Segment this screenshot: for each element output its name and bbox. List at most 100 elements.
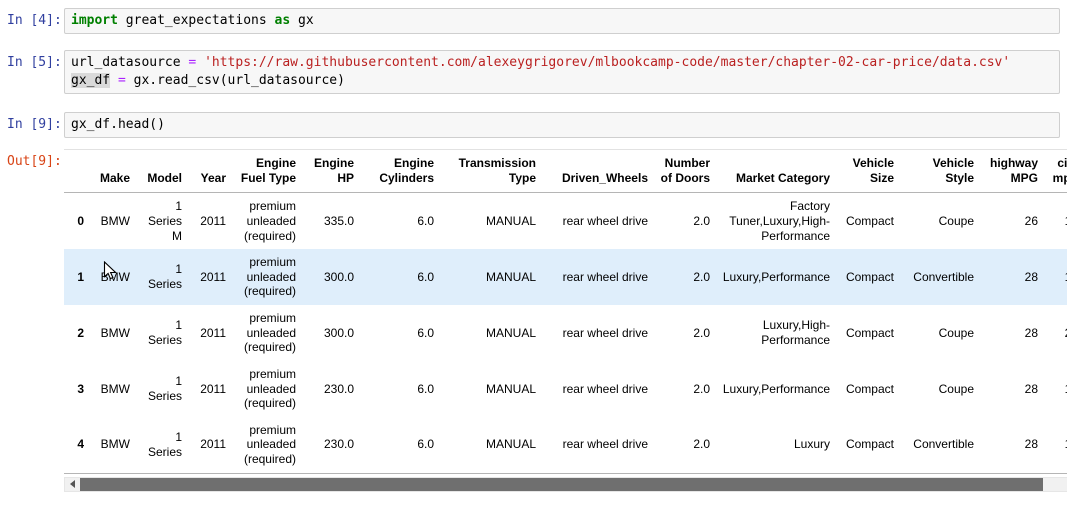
code-token-string: 'https://raw.githubusercontent.com/alexe… bbox=[204, 55, 1010, 70]
table-cell: 2.0 bbox=[654, 417, 716, 473]
table-cell: Coupe bbox=[900, 361, 980, 417]
table-cell: premium unleaded (required) bbox=[232, 305, 302, 361]
table-cell: 6.0 bbox=[360, 249, 440, 305]
scroll-left-arrow-icon[interactable] bbox=[65, 478, 80, 491]
code-line: url_datasource = 'https://raw.githubuser… bbox=[71, 54, 1053, 72]
table-cell: 1 Series bbox=[136, 249, 188, 305]
table-cell: 6.0 bbox=[360, 417, 440, 473]
row-index: 2 bbox=[64, 305, 90, 361]
table-cell: 2011 bbox=[188, 417, 232, 473]
table-cell: rear wheel drive bbox=[542, 361, 654, 417]
table-cell: 1 Series bbox=[136, 361, 188, 417]
code-line: import great_expectations as gx bbox=[71, 12, 1053, 30]
input-prompt: In [9]: bbox=[0, 112, 64, 133]
column-header: city mpg bbox=[1044, 150, 1067, 193]
column-header: Market Category bbox=[716, 150, 836, 193]
dataframe-body: 0BMW1 Series M2011premium unleaded (requ… bbox=[64, 193, 1067, 473]
table-cell: BMW bbox=[90, 305, 136, 361]
table-cell: 2.0 bbox=[654, 305, 716, 361]
column-header: Vehicle Style bbox=[900, 150, 980, 193]
code-token-operator: = bbox=[118, 73, 126, 88]
table-cell: Compact bbox=[836, 361, 900, 417]
table-cell: BMW bbox=[90, 417, 136, 473]
code-token-keyword: import bbox=[71, 13, 118, 28]
code-token bbox=[196, 55, 204, 70]
table-cell: 2011 bbox=[188, 305, 232, 361]
table-row[interactable]: 4BMW1 Series2011premium unleaded (requir… bbox=[64, 417, 1067, 473]
mouse-cursor bbox=[103, 261, 118, 282]
table-cell: 28 bbox=[980, 305, 1044, 361]
table-cell: 18 bbox=[1044, 417, 1067, 473]
table-cell: 6.0 bbox=[360, 305, 440, 361]
dataframe-scroll-container[interactable]: MakeModelYearEngine Fuel TypeEngine HPEn… bbox=[64, 149, 1067, 474]
row-index: 4 bbox=[64, 417, 90, 473]
table-cell: 20 bbox=[1044, 305, 1067, 361]
table-cell: 2011 bbox=[188, 193, 232, 249]
column-header: Engine Cylinders bbox=[360, 150, 440, 193]
column-header: highway MPG bbox=[980, 150, 1044, 193]
table-cell: Factory Tuner,Luxury,High-Performance bbox=[716, 193, 836, 249]
table-cell: 19 bbox=[1044, 249, 1067, 305]
code-editor[interactable]: url_datasource = 'https://raw.githubuser… bbox=[64, 50, 1060, 94]
input-prompt: In [5]: bbox=[0, 50, 64, 71]
column-header: Engine Fuel Type bbox=[232, 150, 302, 193]
table-row[interactable]: 0BMW1 Series M2011premium unleaded (requ… bbox=[64, 193, 1067, 249]
table-cell: rear wheel drive bbox=[542, 193, 654, 249]
table-cell: rear wheel drive bbox=[542, 249, 654, 305]
code-token: gx bbox=[290, 13, 313, 28]
code-line: gx_df.head() bbox=[71, 116, 1053, 134]
notebook-output-cell: Out[9]: MakeModelYearEngine Fuel TypeEng… bbox=[0, 147, 1067, 492]
code-token: url_datasource bbox=[71, 55, 188, 70]
input-prompt: In [4]: bbox=[0, 8, 64, 29]
table-row[interactable]: 2BMW1 Series2011premium unleaded (requir… bbox=[64, 305, 1067, 361]
table-cell: Coupe bbox=[900, 305, 980, 361]
column-header: Number of Doors bbox=[654, 150, 716, 193]
code-token: gx.read_csv(url_datasource) bbox=[126, 73, 345, 88]
column-header: Model bbox=[136, 150, 188, 193]
table-cell: Compact bbox=[836, 249, 900, 305]
table-cell: 28 bbox=[980, 361, 1044, 417]
column-header: Engine HP bbox=[302, 150, 360, 193]
table-cell: rear wheel drive bbox=[542, 417, 654, 473]
corner-blank-cell bbox=[64, 150, 90, 193]
code-token bbox=[110, 73, 118, 88]
output-prompt: Out[9]: bbox=[0, 147, 64, 170]
table-cell: premium unleaded (required) bbox=[232, 361, 302, 417]
table-cell: MANUAL bbox=[440, 361, 542, 417]
table-cell: 300.0 bbox=[302, 305, 360, 361]
output-area: MakeModelYearEngine Fuel TypeEngine HPEn… bbox=[64, 147, 1067, 492]
row-index: 1 bbox=[64, 249, 90, 305]
table-cell: BMW bbox=[90, 193, 136, 249]
horizontal-scrollbar[interactable] bbox=[64, 477, 1067, 492]
table-cell: 2.0 bbox=[654, 193, 716, 249]
code-editor[interactable]: import great_expectations as gx bbox=[64, 8, 1060, 34]
notebook-cell-in9: In [9]: gx_df.head() bbox=[0, 112, 1067, 138]
code-token: gx_df.head() bbox=[71, 117, 165, 132]
row-index: 3 bbox=[64, 361, 90, 417]
code-token-selected: gx_df bbox=[71, 73, 110, 88]
table-row[interactable]: 3BMW1 Series2011premium unleaded (requir… bbox=[64, 361, 1067, 417]
table-cell: 2011 bbox=[188, 361, 232, 417]
column-header: Transmission Type bbox=[440, 150, 542, 193]
code-line: gx_df = gx.read_csv(url_datasource) bbox=[71, 72, 1053, 90]
notebook-cell-in5: In [5]: url_datasource = 'https://raw.gi… bbox=[0, 50, 1067, 94]
table-cell: MANUAL bbox=[440, 193, 542, 249]
notebook-cell-in4: In [4]: import great_expectations as gx bbox=[0, 8, 1067, 34]
table-cell: 6.0 bbox=[360, 193, 440, 249]
table-cell: MANUAL bbox=[440, 417, 542, 473]
scrollbar-thumb[interactable] bbox=[80, 478, 1043, 491]
notebook: In [4]: import great_expectations as gx … bbox=[0, 0, 1067, 492]
table-row[interactable]: 1BMW1 Series2011premium unleaded (requir… bbox=[64, 249, 1067, 305]
table-cell: 26 bbox=[980, 193, 1044, 249]
table-cell: Luxury bbox=[716, 417, 836, 473]
table-cell: 2.0 bbox=[654, 361, 716, 417]
table-cell: premium unleaded (required) bbox=[232, 249, 302, 305]
table-cell: 1 Series bbox=[136, 305, 188, 361]
column-header: Year bbox=[188, 150, 232, 193]
table-cell: 1 Series bbox=[136, 417, 188, 473]
code-editor[interactable]: gx_df.head() bbox=[64, 112, 1060, 138]
table-cell: premium unleaded (required) bbox=[232, 417, 302, 473]
table-cell: Compact bbox=[836, 193, 900, 249]
table-cell: 6.0 bbox=[360, 361, 440, 417]
scrollbar-track[interactable] bbox=[80, 478, 1067, 491]
